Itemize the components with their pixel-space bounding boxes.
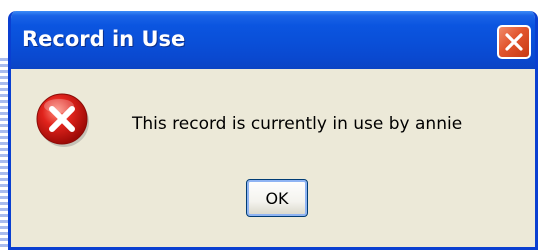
ok-button[interactable]: OK (246, 179, 308, 217)
close-button[interactable] (497, 25, 531, 59)
error-icon (36, 93, 89, 147)
close-icon (505, 33, 523, 51)
title-bar[interactable]: Record in Use (11, 11, 535, 69)
dialog-title: Record in Use (22, 27, 186, 51)
record-in-use-dialog: Record in Use This record is currently i… (8, 11, 538, 250)
dialog-message: This record is currently in use by annie (132, 114, 463, 134)
background-edge (0, 58, 8, 250)
